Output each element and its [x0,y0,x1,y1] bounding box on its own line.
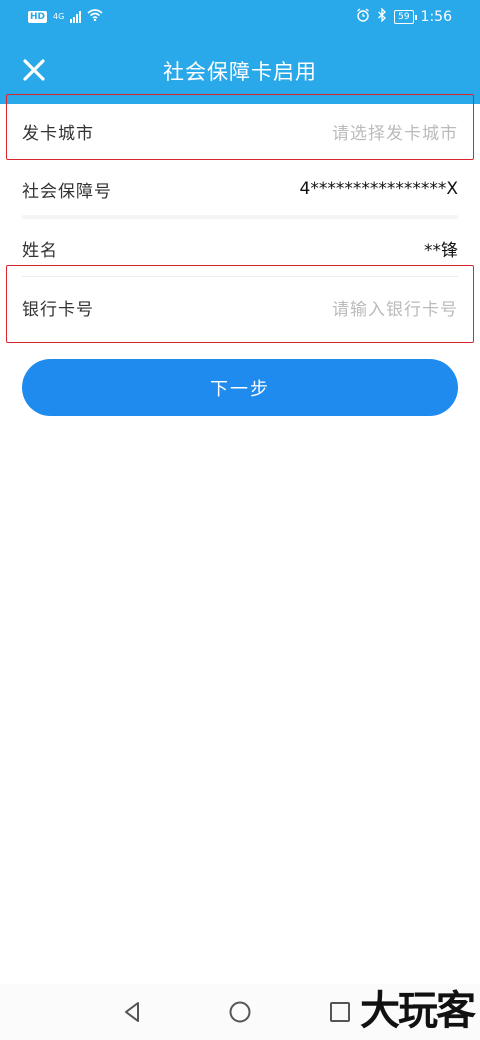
battery-indicator: 59 [394,10,418,24]
home-icon[interactable] [228,1000,252,1024]
ssn-label: 社会保障号 [22,181,112,202]
signal-icon [70,10,82,23]
clock: 1:56 [420,9,452,25]
ssn-value: 4****************X [299,179,458,199]
wifi-icon [87,9,103,24]
status-left: HD 4G [28,9,103,24]
back-icon[interactable] [120,1000,144,1024]
divider [22,215,458,219]
status-bar: HD 4G 59 1:56 [0,0,480,36]
recent-apps-icon[interactable] [330,1002,350,1022]
system-nav-bar: 大玩客 [0,984,480,1040]
name-label: 姓名 [22,240,58,261]
highlight-box-city [6,94,474,160]
name-value: **锋 [424,240,458,261]
next-button[interactable]: 下一步 [22,359,458,416]
hd-badge: HD [28,10,48,23]
bluetooth-icon [377,7,387,26]
alarm-icon [356,8,370,26]
network-type: 4G [53,12,65,21]
highlight-box-bank-card [6,265,474,343]
ssn-row: 社会保障号 4****************X [22,161,458,217]
watermark-logo: 大玩客 [360,987,476,1034]
status-right: 59 1:56 [356,7,452,26]
page-title: 社会保障卡启用 [163,60,317,84]
